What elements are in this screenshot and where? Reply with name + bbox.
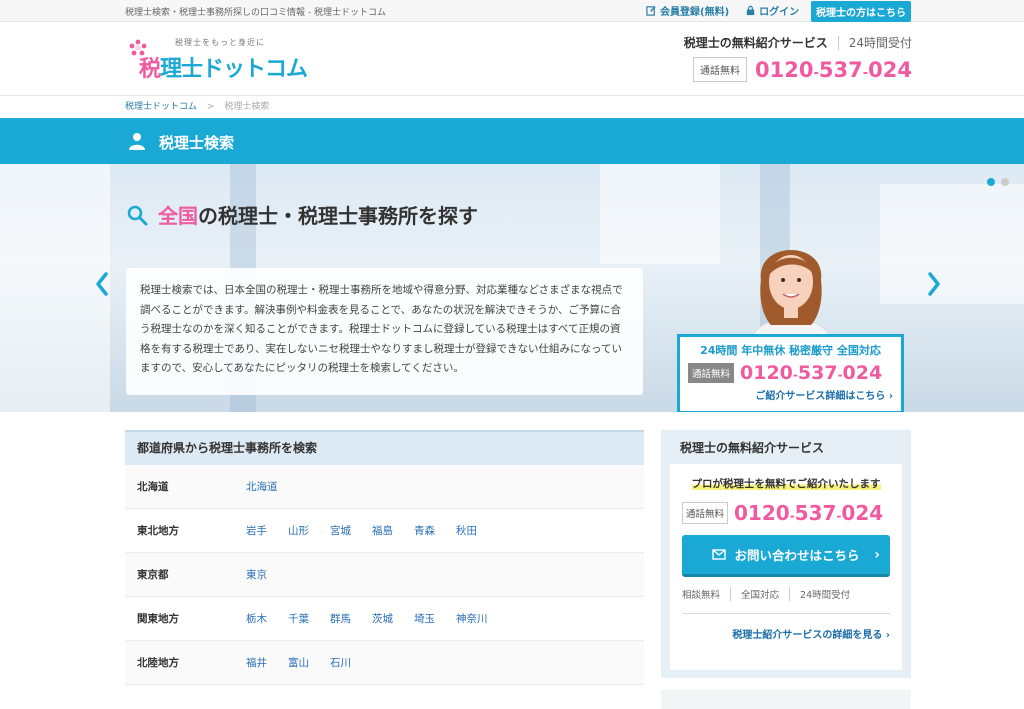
hero-phone-card[interactable]: 24時間 年中無休 秘密厳守 全国対応 通話無料 0120-537-024 ご紹… bbox=[677, 334, 904, 412]
hero-heading: 全国の税理士・税理士事務所を探す bbox=[126, 200, 478, 229]
prefecture-links: 福井 富山 石川 bbox=[246, 655, 351, 670]
top-links: 会員登録(無料) ログイン bbox=[646, 3, 799, 18]
region-label: 北陸地方 bbox=[137, 657, 179, 669]
prefecture-link[interactable]: 北海道 bbox=[246, 479, 278, 494]
prefecture-links: 東京 bbox=[246, 567, 267, 582]
contact-button-label: お問い合わせはこちら bbox=[734, 548, 860, 563]
hero-service-detail-link[interactable]: ご紹介サービス詳細はこちら › bbox=[688, 387, 893, 402]
meta-free-consult: 相談無料 bbox=[682, 590, 721, 601]
section-title-bar: 税理士検索 bbox=[0, 118, 1024, 164]
referral-phone-row: 通話無料 0120-537-024 bbox=[682, 501, 890, 525]
prefecture-link[interactable]: 富山 bbox=[288, 655, 309, 670]
prefecture-links: 栃木 千葉 群馬 茨城 埼玉 神奈川 bbox=[246, 611, 488, 626]
mail-icon bbox=[712, 549, 727, 560]
carousel-prev-arrow-icon[interactable] bbox=[94, 271, 110, 297]
background-window bbox=[880, 184, 1024, 304]
page-title: 税理士検索 bbox=[159, 134, 235, 152]
prefecture-link[interactable]: 埼玉 bbox=[414, 611, 435, 626]
prefecture-list: 北海道 北海道東北地方 岩手 山形 宮城 福島 青森 秋田東京都 東京関東地方 栃木 千葉 群馬 茨城 埼… bbox=[125, 465, 644, 709]
register-link[interactable]: 会員登録(無料) bbox=[646, 3, 729, 18]
pro-button[interactable]: 税理士の方はこちら bbox=[811, 1, 911, 22]
header-contact: 税理士の無料紹介サービス 24時間受付 通話無料 0120-537-024 bbox=[684, 34, 912, 82]
prefecture-link[interactable]: 茨城 bbox=[372, 611, 393, 626]
prefecture-search-heading: 都道府県から税理士事務所を検索 bbox=[125, 430, 644, 465]
hero-heading-highlight: 全国 bbox=[158, 204, 198, 228]
referral-service-tagline: プロが税理士を無料でご紹介いたします bbox=[691, 478, 881, 490]
prefecture-links: 岩手 山形 宮城 福島 青森 秋田 bbox=[246, 523, 477, 538]
login-label: ログイン bbox=[759, 7, 800, 18]
breadcrumb-current: 税理士検索 bbox=[224, 102, 270, 112]
hero-card-features: 24時間 年中無休 秘密厳守 全国対応 bbox=[700, 344, 881, 357]
prefecture-row bbox=[125, 685, 644, 709]
meta-24h: 24時間受付 bbox=[789, 587, 850, 601]
chevron-right-icon: › bbox=[874, 547, 880, 563]
referral-service-body: プロが税理士を無料でご紹介いたします 通話無料 0120-537-024 お問い… bbox=[670, 464, 902, 670]
header-hours: 24時間受付 bbox=[837, 36, 912, 50]
prefecture-link[interactable]: 岩手 bbox=[246, 523, 267, 538]
register-label: 会員登録(無料) bbox=[660, 7, 730, 18]
meta-nationwide: 全国対応 bbox=[730, 587, 779, 601]
prefecture-row: 北海道 北海道 bbox=[125, 465, 644, 509]
prefecture-link[interactable]: 石川 bbox=[330, 655, 351, 670]
region-label: 東北地方 bbox=[137, 525, 179, 537]
breadcrumb-separator: > bbox=[206, 102, 215, 112]
login-link[interactable]: ログイン bbox=[745, 3, 799, 18]
background-window bbox=[600, 164, 720, 264]
prefecture-link[interactable]: 福井 bbox=[246, 655, 267, 670]
prefecture-link[interactable]: 山形 bbox=[288, 523, 309, 538]
prefecture-link[interactable]: 千葉 bbox=[288, 611, 309, 626]
region-label: 北海道 bbox=[137, 481, 169, 493]
prefecture-link[interactable]: 神奈川 bbox=[456, 611, 488, 626]
prefecture-links: 北海道 bbox=[246, 479, 278, 494]
prefecture-row: 東京都 東京 bbox=[125, 553, 644, 597]
operator-photo bbox=[750, 250, 832, 344]
carousel-dots bbox=[987, 178, 1009, 186]
prefecture-link[interactable]: 群馬 bbox=[330, 611, 351, 626]
region-label: 関東地方 bbox=[137, 613, 179, 625]
referral-toll-free-badge: 通話無料 bbox=[682, 502, 729, 524]
hero-phone-number[interactable]: 0120-537-024 bbox=[740, 362, 882, 384]
hero-carousel: 全国の税理士・税理士事務所を探す 税理士検索では、日本全国の税理士・税理士事務所… bbox=[0, 164, 1024, 412]
contact-button[interactable]: お問い合わせはこちら › bbox=[682, 535, 890, 577]
prefecture-search: 都道府県から税理士事務所を検索 北海道 北海道東北地方 岩手 山形 宮城 福島 青森 秋田東京… bbox=[125, 430, 644, 709]
hero-toll-free-badge: 通話無料 bbox=[688, 363, 735, 383]
breadcrumb-home[interactable]: 税理士ドットコム bbox=[125, 102, 197, 112]
site-logo[interactable]: 税理士をもっと身近に 税理士ドットコム bbox=[127, 30, 317, 82]
prefecture-link[interactable]: 青森 bbox=[414, 523, 435, 538]
top-bar: 税理士検索・税理士事務所探しの口コミ情報 - 税理士ドットコム 会員登録(無料)… bbox=[0, 0, 1024, 22]
prefecture-link[interactable]: 秋田 bbox=[456, 523, 477, 538]
prefecture-link[interactable]: 東京 bbox=[246, 567, 267, 582]
header-service-label: 税理士の無料紹介サービス 24時間受付 bbox=[683, 36, 912, 50]
referral-phone-number[interactable]: 0120-537-024 bbox=[734, 501, 883, 525]
header-phone-number[interactable]: 0120-537-024 bbox=[755, 58, 912, 82]
prefecture-link[interactable]: 福島 bbox=[372, 523, 393, 538]
logo-text: 税理士ドットコム bbox=[139, 57, 308, 82]
header-phone-row: 通話無料 0120-537-024 bbox=[684, 57, 912, 82]
carousel-dot-2[interactable] bbox=[1001, 178, 1009, 186]
toll-free-badge: 通話無料 bbox=[693, 57, 748, 82]
hero-card-phone-row: 通話無料 0120-537-024 bbox=[688, 362, 893, 384]
referral-service-panel: 税理士の無料紹介サービス プロが税理士を無料でご紹介いたします 通話無料 012… bbox=[661, 430, 911, 678]
search-icon bbox=[127, 205, 148, 225]
prefecture-link[interactable]: 宮城 bbox=[330, 523, 351, 538]
prefecture-row: 関東地方 栃木 千葉 群馬 茨城 埼玉 神奈川 bbox=[125, 597, 644, 641]
site-tagline: 税理士検索・税理士事務所探しの口コミ情報 - 税理士ドットコム bbox=[125, 8, 386, 18]
prefecture-row: 北陸地方 福井 富山 石川 bbox=[125, 641, 644, 685]
edit-icon bbox=[646, 6, 656, 16]
site-header: 税理士をもっと身近に 税理士ドットコム 税理士の無料紹介サービス 24時間受付 通… bbox=[0, 22, 1024, 96]
sidebar-next-block bbox=[661, 690, 911, 709]
referral-service-meta: 相談無料 全国対応 24時間受付 bbox=[682, 587, 890, 614]
carousel-next-arrow-icon[interactable] bbox=[926, 271, 942, 297]
logo-subtitle: 税理士をもっと身近に bbox=[175, 38, 265, 47]
prefecture-link[interactable]: 栃木 bbox=[246, 611, 267, 626]
carousel-dot-1[interactable] bbox=[987, 178, 995, 186]
region-label: 東京都 bbox=[137, 569, 169, 581]
person-icon bbox=[129, 133, 145, 150]
referral-service-title: 税理士の無料紹介サービス bbox=[680, 441, 825, 455]
breadcrumb: 税理士ドットコム > 税理士検索 bbox=[125, 99, 269, 112]
prefecture-row: 東北地方 岩手 山形 宮城 福島 青森 秋田 bbox=[125, 509, 644, 553]
lock-icon bbox=[746, 5, 755, 16]
hero-description: 税理士検索では、日本全国の税理士・税理士事務所を地域や得意分野、対応業種などさま… bbox=[126, 268, 643, 395]
referral-detail-link[interactable]: 税理士紹介サービスの詳細を見る › bbox=[682, 626, 890, 641]
